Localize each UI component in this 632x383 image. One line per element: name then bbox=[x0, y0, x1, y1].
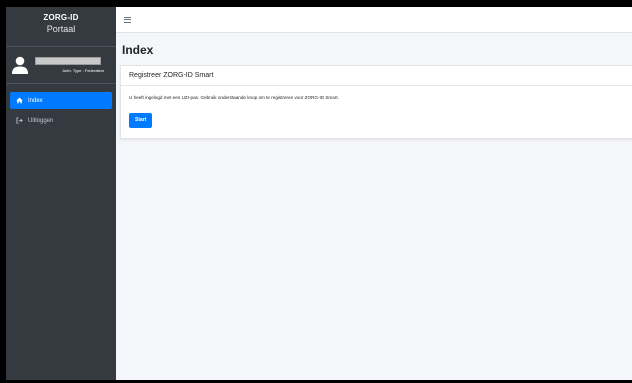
home-icon bbox=[16, 97, 23, 104]
page-title: Index bbox=[122, 43, 154, 57]
sidebar: ZORG-ID Portaal Auth. Type : Federation … bbox=[6, 7, 116, 380]
brand-title: ZORG-ID bbox=[43, 13, 79, 22]
main-content: Index Registreer ZORG-ID Smart U heeft i… bbox=[116, 7, 632, 380]
top-navbar bbox=[116, 7, 632, 33]
card-body: U heeft ingelogd met een UZI-pas. Gebrui… bbox=[121, 86, 632, 138]
sidebar-item-label: Index bbox=[28, 97, 43, 104]
user-info: Auth. Type : Federation bbox=[35, 57, 110, 73]
brand-subtitle: Portaal bbox=[46, 24, 76, 34]
sidebar-item-index[interactable]: Index bbox=[10, 92, 112, 109]
auth-type: Auth. Type : Federation bbox=[62, 68, 104, 73]
sidebar-nav: Index Uitloggen bbox=[6, 84, 116, 129]
registration-card: Registreer ZORG-ID Smart U heeft ingelog… bbox=[120, 65, 632, 139]
start-button[interactable]: Start bbox=[129, 113, 153, 128]
card-text: U heeft ingelogd met een UZI-pas. Gebrui… bbox=[129, 95, 339, 100]
brand[interactable]: ZORG-ID Portaal bbox=[6, 7, 116, 47]
sign-out-icon bbox=[16, 117, 23, 124]
card-title: Registreer ZORG-ID Smart bbox=[121, 66, 632, 86]
sidebar-item-label: Uitloggen bbox=[28, 117, 54, 124]
user-panel: Auth. Type : Federation bbox=[6, 47, 116, 84]
user-name-redacted bbox=[35, 57, 101, 65]
menu-toggle-icon[interactable] bbox=[124, 16, 131, 23]
sidebar-item-uitloggen[interactable]: Uitloggen bbox=[10, 112, 112, 129]
user-icon bbox=[12, 56, 28, 74]
app-window: ZORG-ID Portaal Auth. Type : Federation … bbox=[0, 0, 632, 383]
